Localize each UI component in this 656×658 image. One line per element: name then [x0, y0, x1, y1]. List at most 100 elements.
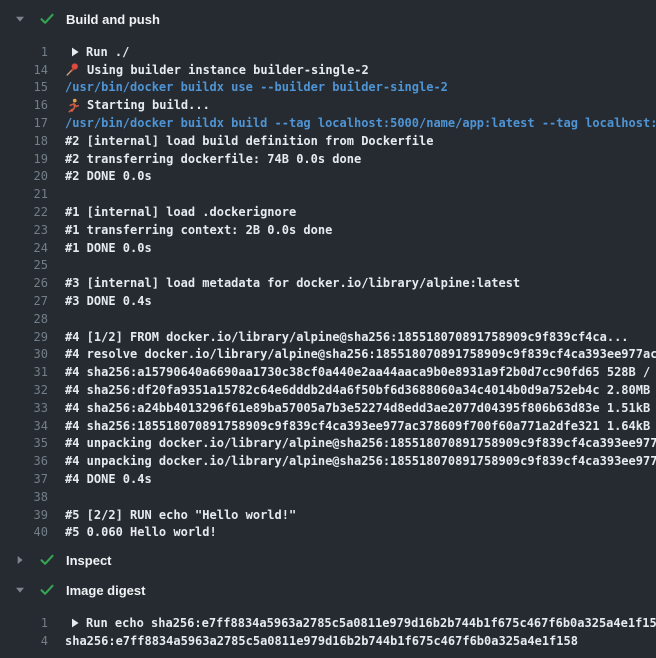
log-text: sha256:e7ff8834a5963a2785c5a0811e979d16b…: [48, 634, 578, 648]
log-line: 4sha256:e7ff8834a5963a2785c5a0811e979d16…: [0, 632, 656, 650]
log-text-content: #4 DONE 0.4s: [65, 472, 152, 486]
chevron-down-icon[interactable]: [15, 14, 25, 24]
line-number[interactable]: 23: [0, 223, 48, 237]
log-text-content: #4 sha256:a24bb4013296f61e89ba57005a7b3e…: [65, 401, 656, 415]
log-line: 19 #2 transferring dockerfile: 74B 0.0s d…: [0, 150, 656, 168]
log-line: 37 #4 DONE 0.4s: [0, 470, 656, 488]
log-text: Run ./: [48, 45, 129, 59]
log-line: 1Run echo sha256:e7ff8834a5963a2785c5a08…: [0, 614, 656, 632]
line-number[interactable]: 20: [0, 169, 48, 183]
line-number[interactable]: 35: [0, 436, 48, 450]
log-line: 30 #4 resolve docker.io/library/alpine@sh…: [0, 346, 656, 364]
line-number[interactable]: 19: [0, 152, 48, 166]
log-text: /usr/bin/docker buildx use --builder bui…: [48, 80, 448, 94]
log-line: 18 #2 [internal] load build definition fr…: [0, 132, 656, 150]
log-line: 14 Using builder instance builder-single-…: [0, 61, 656, 79]
log-text: Using builder instance builder-single-2: [48, 62, 369, 77]
log-line: 29 #4 [1/2] FROM docker.io/library/alpine…: [0, 328, 656, 346]
log-text-content: #2 [internal] load build definition from…: [65, 134, 433, 148]
log-text-content: #4 sha256:a15790640a6690aa1730c38cf0a440…: [65, 365, 656, 379]
line-number[interactable]: 39: [0, 508, 48, 522]
log-text-content: #3 [internal] load metadata for docker.i…: [65, 276, 520, 290]
line-number[interactable]: 31: [0, 365, 48, 379]
log-line: 22#1 [internal] load .dockerignore: [0, 203, 656, 221]
line-number[interactable]: 18: [0, 134, 48, 148]
line-number[interactable]: 34: [0, 419, 48, 433]
line-number[interactable]: 36: [0, 454, 48, 468]
log-text-content: #4 [1/2] FROM docker.io/library/alpine@s…: [65, 330, 629, 344]
line-number[interactable]: 15: [0, 80, 48, 94]
line-number[interactable]: 24: [0, 241, 48, 255]
log-line: 26 #3 [internal] load metadata for docker…: [0, 274, 656, 292]
log-text: #4 sha256:a24bb4013296f61e89ba57005a7b3e…: [48, 401, 656, 415]
line-number[interactable]: 26: [0, 276, 48, 290]
line-number[interactable]: 14: [0, 63, 48, 77]
line-number[interactable]: 1: [0, 616, 48, 630]
log-text-content: #1 transferring context: 2B 0.0s done: [65, 223, 332, 237]
line-number[interactable]: 33: [0, 401, 48, 415]
log-line: 28: [0, 310, 656, 328]
check-icon: [40, 584, 54, 596]
log-text-content: Starting build...: [87, 98, 210, 112]
log-text: #4 unpacking docker.io/library/alpine@sh…: [48, 454, 656, 468]
section-header-image-digest[interactable]: Image digest: [0, 579, 656, 601]
log-text: #4 DONE 0.4s: [48, 472, 152, 486]
run-expand-icon[interactable]: [71, 618, 79, 628]
log-line: 25: [0, 257, 656, 275]
log-text: #2 [internal] load build definition from…: [48, 134, 433, 148]
log-text: #2 DONE 0.0s: [48, 169, 152, 183]
line-number[interactable]: 40: [0, 525, 48, 539]
line-number[interactable]: 27: [0, 294, 48, 308]
log-lines-build-and-push: 1Run ./14 Using builder instance builder-…: [0, 43, 656, 541]
check-icon: [40, 554, 54, 566]
section-title: Build and push: [66, 12, 160, 27]
log-text-content: Using builder instance builder-single-2: [87, 63, 369, 77]
line-number[interactable]: 4: [0, 634, 48, 648]
log-section-build-and-push: Build and push 1Run ./14 Using builder ins…: [0, 8, 656, 541]
run-expand-icon[interactable]: [71, 47, 79, 57]
line-number[interactable]: 29: [0, 330, 48, 344]
line-number[interactable]: 17: [0, 116, 48, 130]
log-lines-image-digest: 1Run echo sha256:e7ff8834a5963a2785c5a08…: [0, 614, 656, 650]
chevron-down-icon[interactable]: [15, 585, 25, 595]
log-text-content: #4 unpacking docker.io/library/alpine@sh…: [65, 436, 656, 450]
line-number[interactable]: 28: [0, 312, 48, 326]
workflow-log-viewer: Build and push1Run ./14Using builder ins…: [0, 0, 656, 658]
runner-icon: [65, 98, 80, 113]
section-header-build-and-push[interactable]: Build and push: [0, 8, 656, 30]
log-text-content: /usr/bin/docker buildx use --builder bui…: [65, 80, 448, 94]
log-section-inspect: Inspect: [0, 549, 656, 571]
log-text: #1 DONE 0.0s: [48, 241, 152, 255]
log-line: 33 #4 sha256:a24bb4013296f61e89ba57005a7b…: [0, 399, 656, 417]
log-text: #4 resolve docker.io/library/alpine@sha2…: [48, 347, 656, 361]
line-number[interactable]: 22: [0, 205, 48, 219]
log-line: 24#1 DONE 0.0s: [0, 239, 656, 257]
line-number[interactable]: 21: [0, 187, 48, 201]
log-text-content: #3 DONE 0.4s: [65, 294, 152, 308]
log-line: 17/usr/bin/docker buildx build --tag loc…: [0, 114, 656, 132]
log-text-content: #4 resolve docker.io/library/alpine@sha2…: [65, 347, 656, 361]
log-line: 21: [0, 185, 656, 203]
log-text: #2 transferring dockerfile: 74B 0.0s don…: [48, 152, 361, 166]
log-line: 31 #4 sha256:a15790640a6690aa1730c38cf0a4…: [0, 363, 656, 381]
section-header-inspect[interactable]: Inspect: [0, 549, 656, 571]
log-line: 39#5 [2/2] RUN echo "Hello world!": [0, 506, 656, 524]
log-text: #4 unpacking docker.io/library/alpine@sh…: [48, 436, 656, 450]
line-number[interactable]: 30: [0, 347, 48, 361]
line-number[interactable]: 38: [0, 490, 48, 504]
log-text: #4 [1/2] FROM docker.io/library/alpine@s…: [48, 330, 629, 344]
log-text: #1 [internal] load .dockerignore: [48, 205, 296, 219]
line-number[interactable]: 25: [0, 258, 48, 272]
log-line: 27 #3 DONE 0.4s: [0, 292, 656, 310]
line-number[interactable]: 1: [0, 45, 48, 59]
log-line: 38: [0, 488, 656, 506]
section-title: Image digest: [66, 583, 145, 598]
log-text-content: #4 sha256:df20fa9351a15782c64e6dddb2d4a6…: [65, 383, 656, 397]
line-number[interactable]: 37: [0, 472, 48, 486]
line-number[interactable]: 16: [0, 98, 48, 112]
chevron-right-icon[interactable]: [15, 555, 25, 565]
line-number[interactable]: 32: [0, 383, 48, 397]
log-text-content: #4 unpacking docker.io/library/alpine@sh…: [65, 454, 656, 468]
log-text-content: #2 transferring dockerfile: 74B 0.0s don…: [65, 152, 361, 166]
log-line: 34#4 sha256:185518070891758909c9f839cf4c…: [0, 417, 656, 435]
